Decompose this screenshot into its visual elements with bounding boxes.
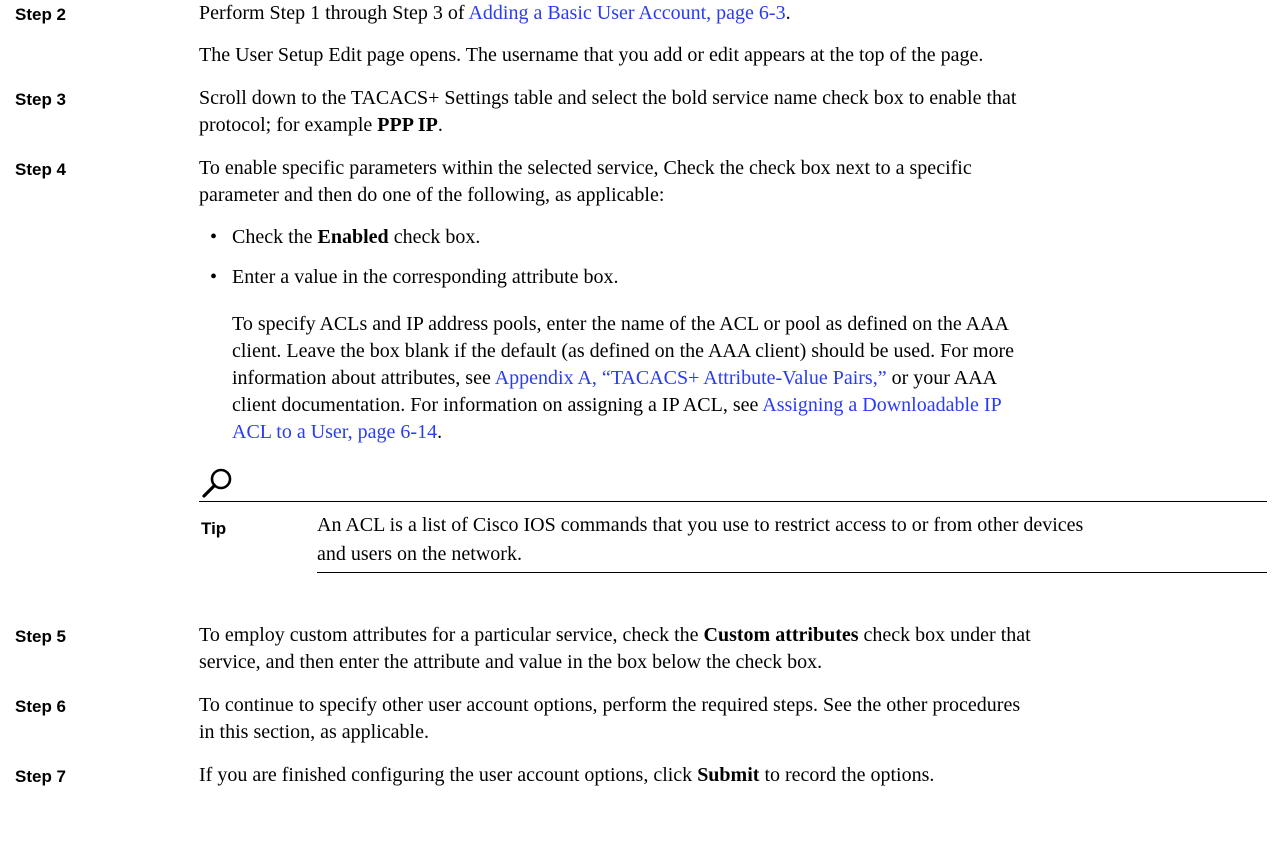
tip-top-divider [199, 501, 1267, 502]
step-6-line-2: in this section, as applicable. [199, 721, 429, 743]
step-3-line-1: Scroll down to the TACACS+ Settings tabl… [199, 87, 1017, 109]
tip-bottom-divider [317, 572, 1267, 573]
tip-line-1: An ACL is a list of Cisco IOS commands t… [317, 514, 1084, 536]
step-5-text: To employ custom attributes for a partic… [199, 624, 704, 646]
step-5-line-1: To employ custom attributes for a partic… [199, 622, 1031, 649]
step-7-bold-submit: Submit [697, 764, 760, 786]
link-adding-basic-user-account[interactable]: Adding a Basic User Account, page 6-3 [468, 2, 785, 24]
step-3-label: Step 3 [15, 90, 67, 109]
link-appendix-a[interactable]: Appendix A, “TACACS+ Attribute-Value Pai… [495, 367, 887, 389]
para-3-text-end: or your AAA [886, 367, 998, 389]
step-4-label: Step 4 [15, 160, 67, 179]
step-4-line-1: To enable specific parameters within the… [199, 157, 972, 179]
para-3-text: information about attributes, see [232, 367, 495, 389]
document-page: Step 2 Perform Step 1 through Step 3 of … [0, 0, 1276, 848]
link-assigning-downloadable-ip-acl[interactable]: Assigning a Downloadable IP [762, 394, 1001, 416]
magnifier-icon [202, 468, 232, 498]
step-5-bold-custom-attributes: Custom attributes [703, 624, 859, 646]
step-2-line-2: The User Setup Edit page opens. The user… [199, 44, 984, 66]
step-6-label: Step 6 [15, 697, 67, 716]
bullet-1-text: Check the [232, 226, 318, 248]
tip-text: An ACL is a list of Cisco IOS commands t… [317, 511, 1083, 569]
bullet-1-bold-enabled: Enabled [317, 226, 389, 248]
step-7-label: Step 7 [15, 767, 67, 786]
step-2-label: Step 2 [15, 5, 67, 24]
step-2-line-1: Perform Step 1 through Step 3 of Adding … [199, 0, 791, 27]
para-5-period: . [437, 421, 443, 443]
step-4-para-line-1: To specify ACLs and IP address pools, en… [232, 313, 1009, 335]
step-2-period: . [785, 2, 791, 24]
step-3-line-2: protocol; for example PPP IP. [199, 112, 443, 139]
step-3-bold-ppp-ip: PPP IP [377, 114, 438, 136]
bullet-dot-2: • [210, 266, 218, 288]
step-5-line-2: service, and then enter the attribute an… [199, 651, 823, 673]
step-3-text: protocol; for example [199, 114, 378, 136]
step-7-line-1: If you are finished configuring the user… [199, 762, 934, 789]
para-4-text: client documentation. For information on… [232, 394, 763, 416]
step-4-para-line-4: client documentation. For information on… [232, 392, 1002, 419]
tip-label: Tip [201, 519, 227, 538]
step-6-line-1: To continue to specify other user accoun… [199, 694, 1021, 716]
step-5-text-end: check box under that [858, 624, 1031, 646]
link-acl-to-user[interactable]: ACL to a User, page 6-14 [232, 421, 437, 443]
bullet-dot-1: • [210, 226, 218, 248]
step-4-para-line-3: information about attributes, see Append… [232, 365, 997, 392]
bullet-1-text-end: check box. [388, 226, 481, 248]
step-2-text: Perform Step 1 through Step 3 of [199, 2, 469, 24]
step-5-label: Step 5 [15, 627, 67, 646]
step-4-bullet-2: Enter a value in the corresponding attri… [232, 266, 619, 288]
step-4-para-line-2: client. Leave the box blank if the defau… [232, 340, 1015, 362]
step-4-para-line-5: ACL to a User, page 6-14. [232, 419, 442, 446]
step-4-bullet-1: Check the Enabled check box. [232, 224, 480, 251]
step-7-text-end: to record the options. [759, 764, 935, 786]
tip-line-2: and users on the network. [317, 543, 522, 565]
step-4-line-2: parameter and then do one of the followi… [199, 184, 665, 206]
step-7-text: If you are finished configuring the user… [199, 764, 698, 786]
step-3-period: . [437, 114, 443, 136]
